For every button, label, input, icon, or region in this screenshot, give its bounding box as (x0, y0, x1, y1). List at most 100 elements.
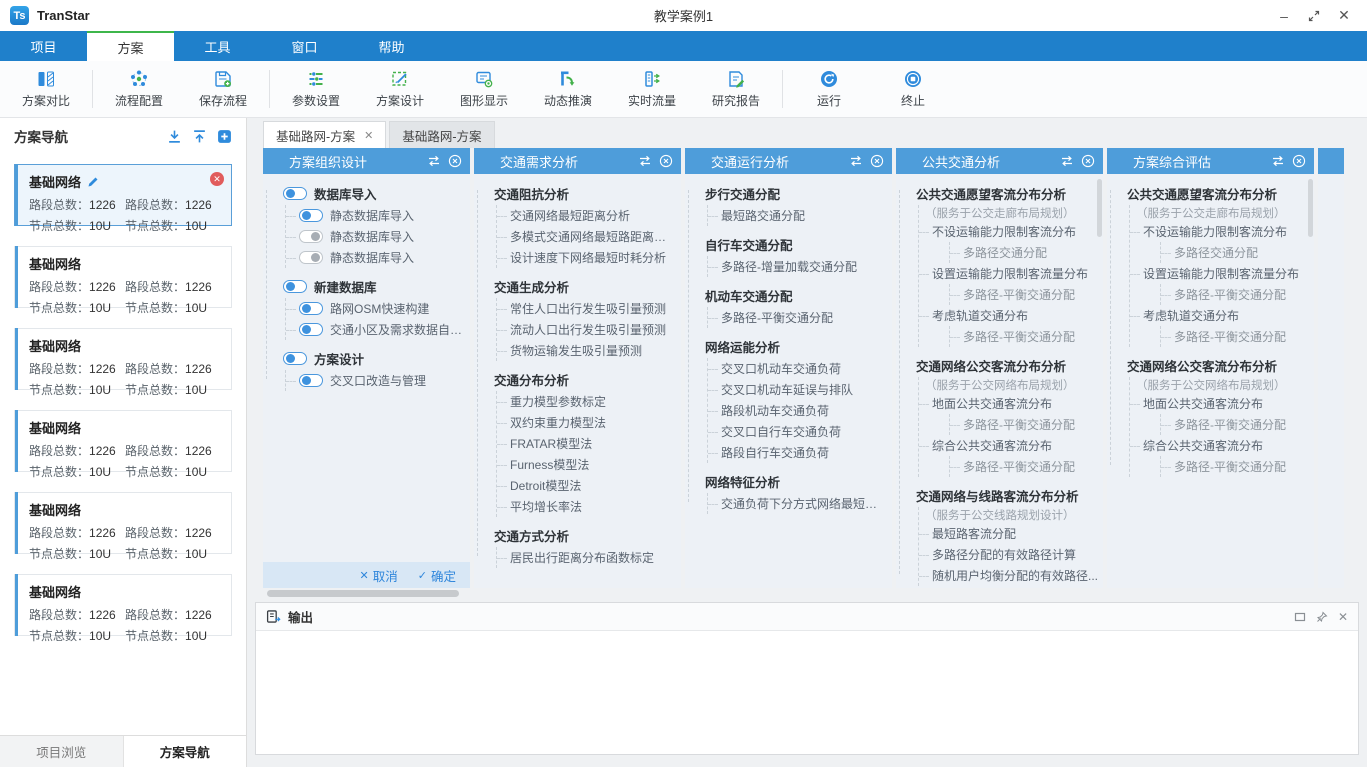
cancel-button[interactable]: ✕取消 (360, 566, 398, 585)
menu-tab[interactable]: 帮助 (348, 31, 435, 61)
tree-item[interactable]: 多路径-平衡交通分配 (1161, 456, 1310, 477)
close-tab-icon[interactable]: ✕ (364, 129, 373, 142)
maximize-icon[interactable] (1294, 611, 1306, 623)
toolbar-button[interactable]: 终止 (871, 69, 955, 109)
tree-item[interactable]: 公共交通愿望客流分布分析 (1117, 181, 1310, 205)
tree-item[interactable]: 交通分布分析 (484, 367, 677, 391)
tree-item[interactable]: 交通网络最短距离分析 (497, 205, 677, 226)
scheme-card[interactable]: 基础网络路段总数：1226路段总数：1226节点总数：10U节点总数：10U (14, 574, 232, 636)
tree-item[interactable]: 居民出行距离分布函数标定 (497, 547, 677, 568)
tree-item[interactable]: 静态数据库导入 (286, 226, 466, 247)
tree-item[interactable]: 路段机动车交通负荷 (708, 400, 888, 421)
tree-item[interactable]: 常住人口出行发生吸引量预测 (497, 298, 677, 319)
tree-item[interactable]: 静态数据库导入 (286, 205, 466, 226)
tree-item[interactable]: FRATAR模型法 (497, 433, 677, 454)
tree-item[interactable]: 步行交通分配 (695, 181, 888, 205)
toggle-switch[interactable] (299, 209, 323, 222)
tree-item[interactable]: 多路径-平衡交通分配 (1161, 414, 1310, 435)
tree-item[interactable]: 方案设计 (273, 346, 466, 370)
tree-item[interactable]: 最短路交通分配 (708, 205, 888, 226)
restore-button[interactable] (1301, 5, 1327, 27)
menu-tab[interactable]: 工具 (174, 31, 261, 61)
tree-item[interactable]: 多路径交通分配 (950, 242, 1099, 263)
toggle-switch[interactable] (299, 251, 323, 264)
confirm-button[interactable]: ✓确定 (418, 566, 456, 585)
scheme-card[interactable]: 基础网络路段总数：1226路段总数：1226节点总数：10U节点总数：10U (14, 410, 232, 472)
sidebar-bottom-tab[interactable]: 项目浏览 (0, 736, 123, 767)
hscrollbar-thumb[interactable] (267, 590, 459, 597)
close-circle-icon[interactable] (870, 154, 884, 168)
tree-item[interactable]: 交通网络公交客流分布分析 (906, 353, 1099, 377)
tree-item[interactable]: 路网OSM快速构建 (286, 298, 466, 319)
tree-item[interactable]: 多路径-增量加载交通分配 (708, 256, 888, 277)
output-body[interactable] (256, 631, 1358, 754)
toolbar-button[interactable]: 研究报告 (694, 69, 778, 109)
tree-item[interactable]: 最短路客流分配 (919, 523, 1099, 544)
close-circle-icon[interactable] (1292, 154, 1306, 168)
tree-item[interactable]: 多路径分配的有效路径计算 (919, 544, 1099, 565)
scheme-card[interactable]: 基础网络路段总数：1226路段总数：1226节点总数：10U节点总数：10U (14, 246, 232, 308)
edit-icon[interactable] (87, 176, 99, 188)
tree-item[interactable]: 多路径-平衡交通分配 (708, 307, 888, 328)
menu-tab[interactable]: 窗口 (261, 31, 348, 61)
tree-item[interactable]: 交叉口自行车交通负荷 (708, 421, 888, 442)
tree-item[interactable]: 不设运输能力限制客流分布 (919, 221, 1099, 242)
tree-item[interactable]: 不设运输能力限制客流分布 (1130, 221, 1310, 242)
expand-all-icon[interactable] (192, 129, 207, 144)
toolbar-button[interactable]: 参数设置 (274, 69, 358, 109)
scheme-card[interactable]: 基础网络✕路段总数：1226路段总数：1226节点总数：10U节点总数：10U (14, 164, 232, 226)
tree-item[interactable]: 双约束重力模型法 (497, 412, 677, 433)
tree-item[interactable]: 交通阻抗分析 (484, 181, 677, 205)
pin-icon[interactable] (1316, 611, 1328, 623)
tree-item[interactable]: 多路径-平衡交通分配 (950, 414, 1099, 435)
menu-tab[interactable]: 项目 (0, 31, 87, 61)
tree-item[interactable]: 综合公共交通客流分布 (919, 435, 1099, 456)
tree-item[interactable]: 多路径-平衡交通分配 (950, 456, 1099, 477)
toolbar-button[interactable]: 保存流程 (181, 69, 265, 109)
tree-item[interactable]: Detroit模型法 (497, 475, 677, 496)
tree-item[interactable]: 考虑轨道交通分布 (1130, 305, 1310, 326)
close-circle-icon[interactable] (1081, 154, 1095, 168)
toggle-switch[interactable] (299, 302, 323, 315)
minimize-button[interactable]: – (1271, 5, 1297, 27)
tree-item[interactable]: 重力模型参数标定 (497, 391, 677, 412)
tree-item[interactable]: 综合公共交通客流分布 (1130, 435, 1310, 456)
tree-item[interactable]: 多路径交通分配 (1161, 242, 1310, 263)
toggle-switch[interactable] (299, 230, 323, 243)
add-icon[interactable] (217, 129, 232, 144)
tree-item[interactable]: 数据库导入 (273, 181, 466, 205)
tree-item[interactable]: 网络运能分析 (695, 334, 888, 358)
tree-item[interactable]: 静态数据库导入 (286, 247, 466, 268)
tree-item[interactable]: 公共交通愿望客流分布分析 (906, 181, 1099, 205)
tree-item[interactable]: 设置运输能力限制客流量分布 (1130, 263, 1310, 284)
toggle-switch[interactable] (283, 280, 307, 293)
tree-item[interactable]: 货物运输发生吸引量预测 (497, 340, 677, 361)
close-window-button[interactable]: ✕ (1331, 5, 1357, 27)
tree-item[interactable]: 随机用户均衡分配的有效路径... (919, 565, 1099, 586)
menu-tab[interactable]: 方案 (87, 31, 174, 61)
tree-item[interactable]: 流动人口出行发生吸引量预测 (497, 319, 677, 340)
toggle-switch[interactable] (283, 352, 307, 365)
tree-item[interactable]: 多路径-平衡交通分配 (950, 326, 1099, 347)
tree-item[interactable]: 交通小区及需求数据自动... (286, 319, 466, 340)
tree-item[interactable]: 地面公共交通客流分布 (1130, 393, 1310, 414)
swap-icon[interactable] (1060, 154, 1074, 168)
swap-icon[interactable] (1271, 154, 1285, 168)
card-close-button[interactable]: ✕ (210, 172, 224, 186)
tree-item[interactable]: 交叉口机动车交通负荷 (708, 358, 888, 379)
toolbar-button[interactable]: 方案设计 (358, 69, 442, 109)
tree-item[interactable]: 多模式交通网络最短路距离分析 (497, 226, 677, 247)
tree-item[interactable]: 多路径-平衡交通分配 (1161, 326, 1310, 347)
swap-icon[interactable] (427, 154, 441, 168)
swap-icon[interactable] (849, 154, 863, 168)
tree-item[interactable]: 网络特征分析 (695, 469, 888, 493)
tree-item[interactable]: 多路径-平衡交通分配 (950, 284, 1099, 305)
collapse-all-icon[interactable] (167, 129, 182, 144)
toggle-switch[interactable] (283, 187, 307, 200)
tree-item[interactable]: 交叉口改造与管理 (286, 370, 466, 391)
document-tab[interactable]: 基础路网-方案✕ (263, 121, 386, 148)
scheme-card[interactable]: 基础网络路段总数：1226路段总数：1226节点总数：10U节点总数：10U (14, 328, 232, 390)
close-circle-icon[interactable] (659, 154, 673, 168)
tree-item[interactable]: 交通网络与线路客流分布分析 (906, 483, 1099, 507)
tree-item[interactable]: 多路径-平衡交通分配 (1161, 284, 1310, 305)
